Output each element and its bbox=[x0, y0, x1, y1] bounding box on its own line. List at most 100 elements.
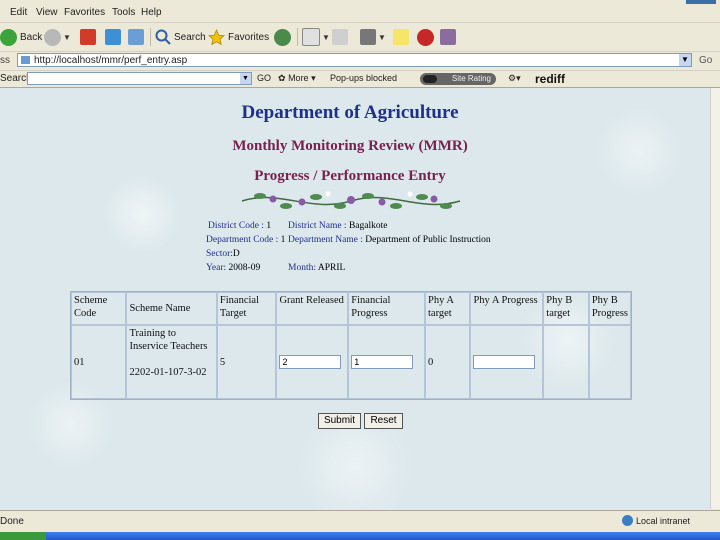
history-icon bbox=[274, 28, 291, 46]
address-go-button[interactable]: Go bbox=[699, 55, 712, 66]
edit-button[interactable]: ▼ bbox=[360, 27, 386, 47]
site-rating-button[interactable]: Site Rating bbox=[420, 73, 496, 85]
stop-icon bbox=[80, 29, 96, 45]
chevron-down-icon[interactable]: ▼ bbox=[378, 33, 386, 42]
district-name-value: Bagalkote bbox=[348, 221, 388, 231]
financial-progress-cell bbox=[348, 325, 425, 399]
phy-a-progress-cell bbox=[470, 325, 544, 399]
site-rating-label: Site Rating bbox=[451, 74, 491, 83]
rating-dots-icon bbox=[423, 75, 437, 83]
financial-progress-input[interactable] bbox=[351, 355, 414, 369]
col-phy-a-progress: Phy A Progress bbox=[470, 292, 544, 325]
chevron-down-icon[interactable]: ▼ bbox=[240, 73, 251, 84]
research-icon bbox=[417, 28, 434, 46]
col-phy-b-progress: Phy B Progress bbox=[588, 292, 631, 325]
taskbar bbox=[0, 532, 720, 540]
year-row: Year: 2008-09 bbox=[206, 263, 260, 273]
search-toolbar: Search ▼ GO ✿ More ▾ Pop-ups blocked Sit… bbox=[0, 71, 720, 88]
stop-button[interactable] bbox=[80, 27, 96, 47]
messenger-button[interactable] bbox=[440, 27, 456, 47]
back-label: Back bbox=[20, 31, 43, 43]
popups-blocked-button[interactable]: Pop-ups blocked bbox=[330, 73, 397, 83]
mmr-entry-table: Scheme Code Scheme Name Financial Target… bbox=[70, 291, 632, 400]
vertical-scrollbar[interactable] bbox=[710, 88, 720, 509]
back-arrow-icon bbox=[0, 28, 17, 46]
more-button[interactable]: ✿ More ▾ bbox=[278, 73, 316, 84]
refresh-icon bbox=[105, 29, 121, 45]
chevron-down-icon: ▾ bbox=[311, 73, 316, 83]
refresh-button[interactable] bbox=[105, 27, 121, 47]
history-button[interactable] bbox=[274, 27, 291, 47]
notes-button[interactable] bbox=[393, 27, 409, 47]
favorites-button[interactable]: Favorites bbox=[208, 27, 269, 47]
home-button[interactable] bbox=[128, 27, 144, 47]
phy-a-target-cell: 0 bbox=[425, 325, 471, 399]
reset-button[interactable]: Reset bbox=[364, 413, 403, 429]
month-label: Month: bbox=[288, 263, 316, 273]
col-phy-b-target: Phy B target bbox=[543, 292, 589, 325]
security-zone: Local intranet bbox=[622, 515, 690, 526]
district-name-label: District Name : bbox=[288, 221, 347, 231]
search-icon bbox=[155, 29, 171, 45]
sector-value: D bbox=[232, 249, 240, 259]
status-text: Done bbox=[0, 516, 24, 527]
forward-button[interactable]: ▼ bbox=[44, 27, 71, 47]
search-button[interactable]: Search bbox=[155, 27, 206, 47]
menu-bar: Edit View Favorites Tools Help bbox=[0, 0, 720, 23]
chevron-down-icon[interactable]: ▼ bbox=[63, 33, 71, 42]
menu-favorites[interactable]: Favorites bbox=[64, 7, 105, 18]
mail-icon bbox=[302, 28, 320, 46]
research-button[interactable] bbox=[417, 27, 434, 47]
table-header-row: Scheme Code Scheme Name Financial Target… bbox=[71, 292, 631, 325]
search-label: Search bbox=[174, 31, 206, 43]
start-button[interactable] bbox=[0, 532, 46, 540]
rediff-logo[interactable]: rediff bbox=[535, 72, 565, 86]
printer-icon bbox=[332, 29, 348, 45]
department-name-row: Department Name : Department of Public I… bbox=[288, 235, 491, 245]
department-name-label: Department Name : bbox=[288, 235, 363, 245]
messenger-icon bbox=[440, 29, 456, 45]
department-code-value: 1 bbox=[280, 235, 286, 245]
page-viewport: Department of Agriculture Monthly Monito… bbox=[0, 88, 710, 509]
menu-help[interactable]: Help bbox=[141, 7, 162, 18]
standard-toolbar: Back ▼ ▼ Search Favorites ▼ ▼ bbox=[0, 23, 720, 52]
print-button[interactable] bbox=[332, 27, 348, 47]
phy-b-progress-cell bbox=[588, 325, 631, 399]
search-toolbar-input[interactable]: ▼ bbox=[27, 72, 252, 85]
month-value: APRIL bbox=[317, 263, 346, 273]
page-title: Department of Agriculture bbox=[241, 102, 459, 123]
sector-row: Sector:D bbox=[206, 249, 240, 259]
address-url: http://localhost/mmr/perf_entry.asp bbox=[34, 55, 188, 66]
grant-released-cell bbox=[276, 325, 349, 399]
scheme-id-text: 2202-01-107-3-02 bbox=[129, 367, 207, 378]
submit-button[interactable]: Submit bbox=[318, 413, 361, 429]
col-financial-progress: Financial Progress bbox=[348, 292, 425, 325]
search-go-button[interactable]: GO bbox=[257, 73, 271, 83]
home-icon bbox=[128, 29, 144, 45]
menu-edit[interactable]: Edit bbox=[10, 7, 27, 18]
star-icon bbox=[208, 28, 225, 45]
col-grant-released: Grant Released bbox=[276, 292, 349, 325]
page-subtitle: Monthly Monitoring Review (MMR) bbox=[232, 138, 468, 154]
month-row: Month: APRIL bbox=[288, 263, 345, 273]
windows-logo-icon bbox=[686, 0, 716, 4]
sector-label: Sector: bbox=[206, 249, 233, 259]
mail-button[interactable]: ▼ bbox=[302, 27, 330, 47]
chevron-down-icon[interactable]: ▼ bbox=[679, 54, 691, 66]
district-code-label: District Code : bbox=[208, 221, 264, 231]
edit-icon bbox=[360, 29, 376, 45]
address-input[interactable]: http://localhost/mmr/perf_entry.asp ▼ bbox=[17, 53, 692, 67]
department-code-label: Department Code : bbox=[206, 235, 279, 245]
scheme-name-text: Training to Inservice Teachers bbox=[129, 328, 208, 352]
col-financial-target: Financial Target bbox=[216, 292, 277, 325]
col-scheme-name: Scheme Name bbox=[126, 292, 217, 325]
menu-tools[interactable]: Tools bbox=[112, 7, 135, 18]
financial-target-cell: 5 bbox=[216, 325, 277, 399]
year-label: Year: bbox=[206, 263, 227, 273]
phy-a-progress-input[interactable] bbox=[473, 355, 536, 369]
zone-label: Local intranet bbox=[636, 515, 691, 526]
grant-released-input[interactable] bbox=[279, 355, 342, 369]
gear-icon[interactable]: ⚙▾ bbox=[508, 73, 521, 84]
chevron-down-icon[interactable]: ▼ bbox=[322, 33, 330, 42]
menu-view[interactable]: View bbox=[36, 7, 58, 18]
